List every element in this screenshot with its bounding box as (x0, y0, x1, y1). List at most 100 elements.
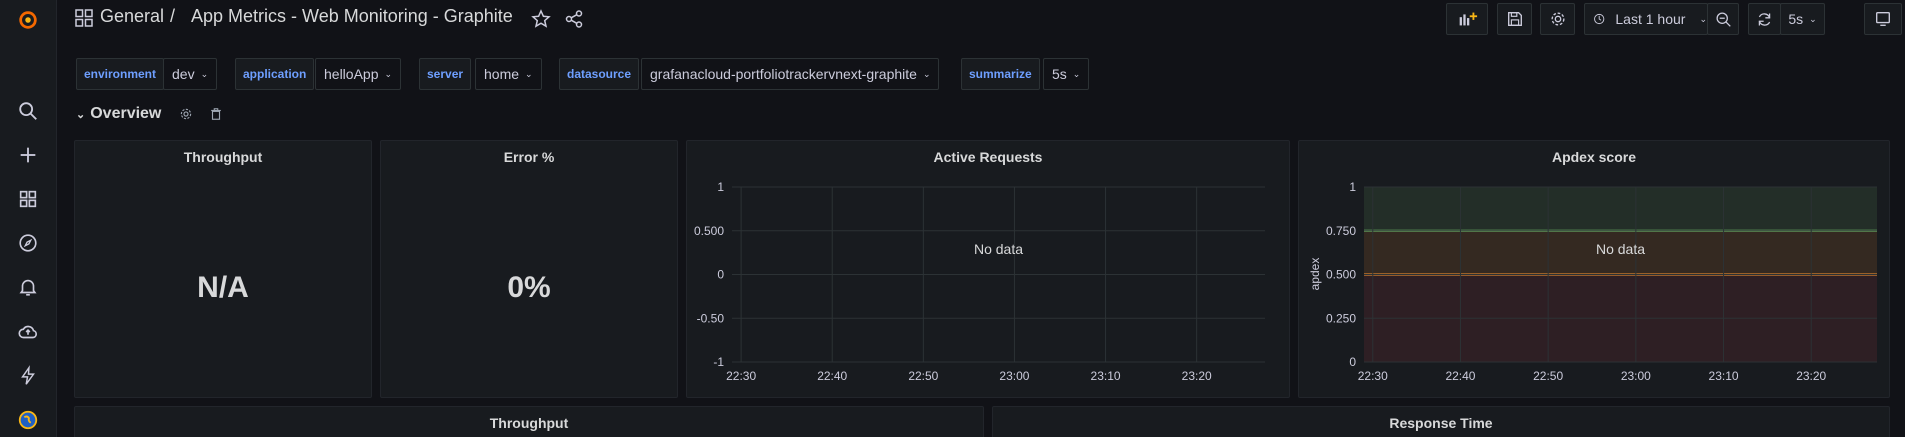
variable-value: dev (172, 66, 195, 82)
stat-value: N/A (197, 271, 249, 304)
dashboards-icon[interactable] (13, 184, 43, 214)
row-header-overview[interactable]: ⌄ Overview (76, 105, 223, 123)
add-panel-icon (1459, 12, 1478, 26)
chevron-down-icon: ⌄ (525, 68, 533, 79)
x-tick-label: 22:40 (817, 369, 847, 383)
sidebar (0, 0, 57, 437)
x-tick-label: 23:10 (1091, 369, 1121, 383)
x-tick-label: 23:10 (1709, 369, 1739, 383)
variable-value: grafanacloud-portfoliotrackervnext-graph… (650, 66, 917, 82)
chevron-down-icon: ⌄ (384, 68, 393, 79)
x-tick-label: 22:50 (1533, 369, 1563, 383)
no-data-label: No data (1596, 241, 1645, 257)
add-panel-button[interactable] (1446, 3, 1488, 35)
x-tick-label: 23:20 (1182, 369, 1212, 383)
variable-label-summarize: summarize (961, 58, 1040, 90)
panel-title[interactable]: Response Time (993, 415, 1889, 431)
chevron-down-icon: ⌄ (76, 108, 86, 121)
breadcrumb-folder[interactable]: General (100, 6, 164, 27)
variable-select-datasource[interactable]: grafanacloud-portfoliotrackervnext-graph… (641, 58, 940, 90)
y-tick-label: 0.500 (1326, 268, 1356, 282)
save-dashboard-button[interactable] (1497, 3, 1532, 35)
cloud-upload-icon[interactable] (13, 317, 43, 347)
grafana-logo-icon[interactable] (13, 5, 43, 35)
lightning-icon[interactable] (13, 361, 43, 391)
panel-title[interactable]: Error % (381, 149, 677, 165)
chevron-down-icon: ⌄ (1072, 68, 1081, 79)
y-tick-label: 0 (717, 268, 724, 282)
y-tick-label: 1 (717, 180, 724, 194)
chevron-down-icon: ⌄ (200, 68, 209, 79)
y-axis-label: apdex (1308, 258, 1322, 291)
refresh-interval-label: 5s (1788, 11, 1804, 27)
variable-label-datasource: datasource (559, 58, 640, 90)
chevron-down-icon: ⌄ (1809, 13, 1817, 24)
stat-value: 0% (507, 271, 551, 304)
breadcrumb-separator: / (170, 6, 176, 26)
y-tick-label: 0 (1349, 355, 1356, 369)
y-tick-label: 0.500 (694, 224, 724, 238)
panel-active-requests[interactable]: Active Requests 1 0.500 0 -0.50 -1 22:30 22:40… (686, 140, 1290, 398)
x-tick-label: 22:30 (726, 369, 756, 383)
page-title[interactable]: App Metrics - Web Monitoring - Graphite (191, 6, 513, 27)
x-tick-label: 22:30 (1358, 369, 1388, 383)
variable-select-application[interactable]: helloApp ⌄ (315, 58, 402, 90)
chevron-down-icon: ⌄ (1699, 13, 1707, 24)
x-tick-label: 22:40 (1445, 369, 1475, 383)
apdex-chart: apdex 1 0.750 0.500 0.250 022:30 22:40 22:50 23:… (1308, 180, 1877, 383)
y-tick-label: -1 (713, 355, 724, 369)
panel-throughput-stat[interactable]: Throughput N/A (74, 140, 372, 398)
time-range-label: Last 1 hour (1615, 11, 1686, 27)
refresh-interval-picker[interactable]: 5s ⌄ (1780, 3, 1825, 35)
variable-select-server[interactable]: home ⌄ (475, 58, 542, 90)
variable-value: home (484, 66, 520, 82)
save-icon (1507, 12, 1522, 26)
variable-label-environment: environment (76, 58, 165, 90)
dashboard-settings-button[interactable] (1540, 3, 1575, 35)
top-navbar: General / App Metrics - Web Monitoring -… (57, 0, 1905, 38)
search-icon[interactable] (13, 96, 43, 126)
x-tick-label: 23:00 (1621, 369, 1651, 383)
y-tick-label: -0.50 (697, 311, 725, 325)
panel-apdex-score[interactable]: Apdex score apdex 1 0.750 0.500 0.250 0 22:30 2… (1298, 140, 1890, 398)
panel-throughput-graph[interactable]: Throughput (74, 406, 984, 437)
zoom-out-icon (1715, 11, 1731, 27)
refresh-icon (1758, 12, 1771, 26)
zoom-out-button[interactable] (1707, 3, 1739, 35)
variable-value: helloApp (324, 66, 379, 82)
user-avatar[interactable] (13, 405, 43, 435)
row-title: Overview (90, 105, 162, 122)
panel-error-percent[interactable]: Error % 0% (380, 140, 678, 398)
plus-icon[interactable] (13, 140, 43, 170)
star-icon[interactable] (531, 9, 551, 29)
dashboard-grid-icon (75, 9, 93, 27)
chevron-down-icon: ⌄ (922, 68, 931, 79)
panel-response-time[interactable]: Response Time (992, 406, 1890, 437)
row-delete-trash-icon[interactable] (209, 107, 223, 121)
clock-icon (1594, 13, 1605, 25)
y-tick-label: 0.750 (1326, 224, 1356, 238)
variable-select-summarize[interactable]: 5s ⌄ (1043, 58, 1090, 90)
row-settings-gear-icon[interactable] (179, 107, 193, 121)
variable-value: 5s (1052, 66, 1067, 82)
share-icon[interactable] (564, 9, 584, 29)
threshold-band-good (1364, 187, 1877, 231)
time-range-picker[interactable]: Last 1 hour ⌄ (1584, 3, 1708, 35)
x-tick-label: 23:20 (1796, 369, 1826, 383)
dashboard-app: General / App Metrics - Web Monitoring -… (0, 0, 1905, 437)
y-tick-label: 0.250 (1326, 311, 1356, 325)
tv-mode-button[interactable] (1864, 3, 1902, 35)
variable-label-application: application (235, 58, 315, 90)
refresh-button[interactable] (1748, 3, 1781, 35)
no-data-label: No data (974, 241, 1023, 257)
bell-icon[interactable] (13, 272, 43, 302)
x-tick-label: 23:00 (999, 369, 1029, 383)
variable-label-server: server (419, 58, 472, 90)
active-requests-chart: 1 0.500 0 -0.50 -122:30 22:40 22:50 23:00 23:10 2… (694, 180, 1265, 383)
y-tick-label: 1 (1349, 180, 1356, 194)
variable-select-environment[interactable]: dev ⌄ (163, 58, 218, 90)
x-tick-label: 22:50 (908, 369, 938, 383)
compass-icon[interactable] (13, 228, 43, 258)
panel-title[interactable]: Throughput (75, 415, 983, 431)
panel-title[interactable]: Throughput (75, 149, 371, 165)
